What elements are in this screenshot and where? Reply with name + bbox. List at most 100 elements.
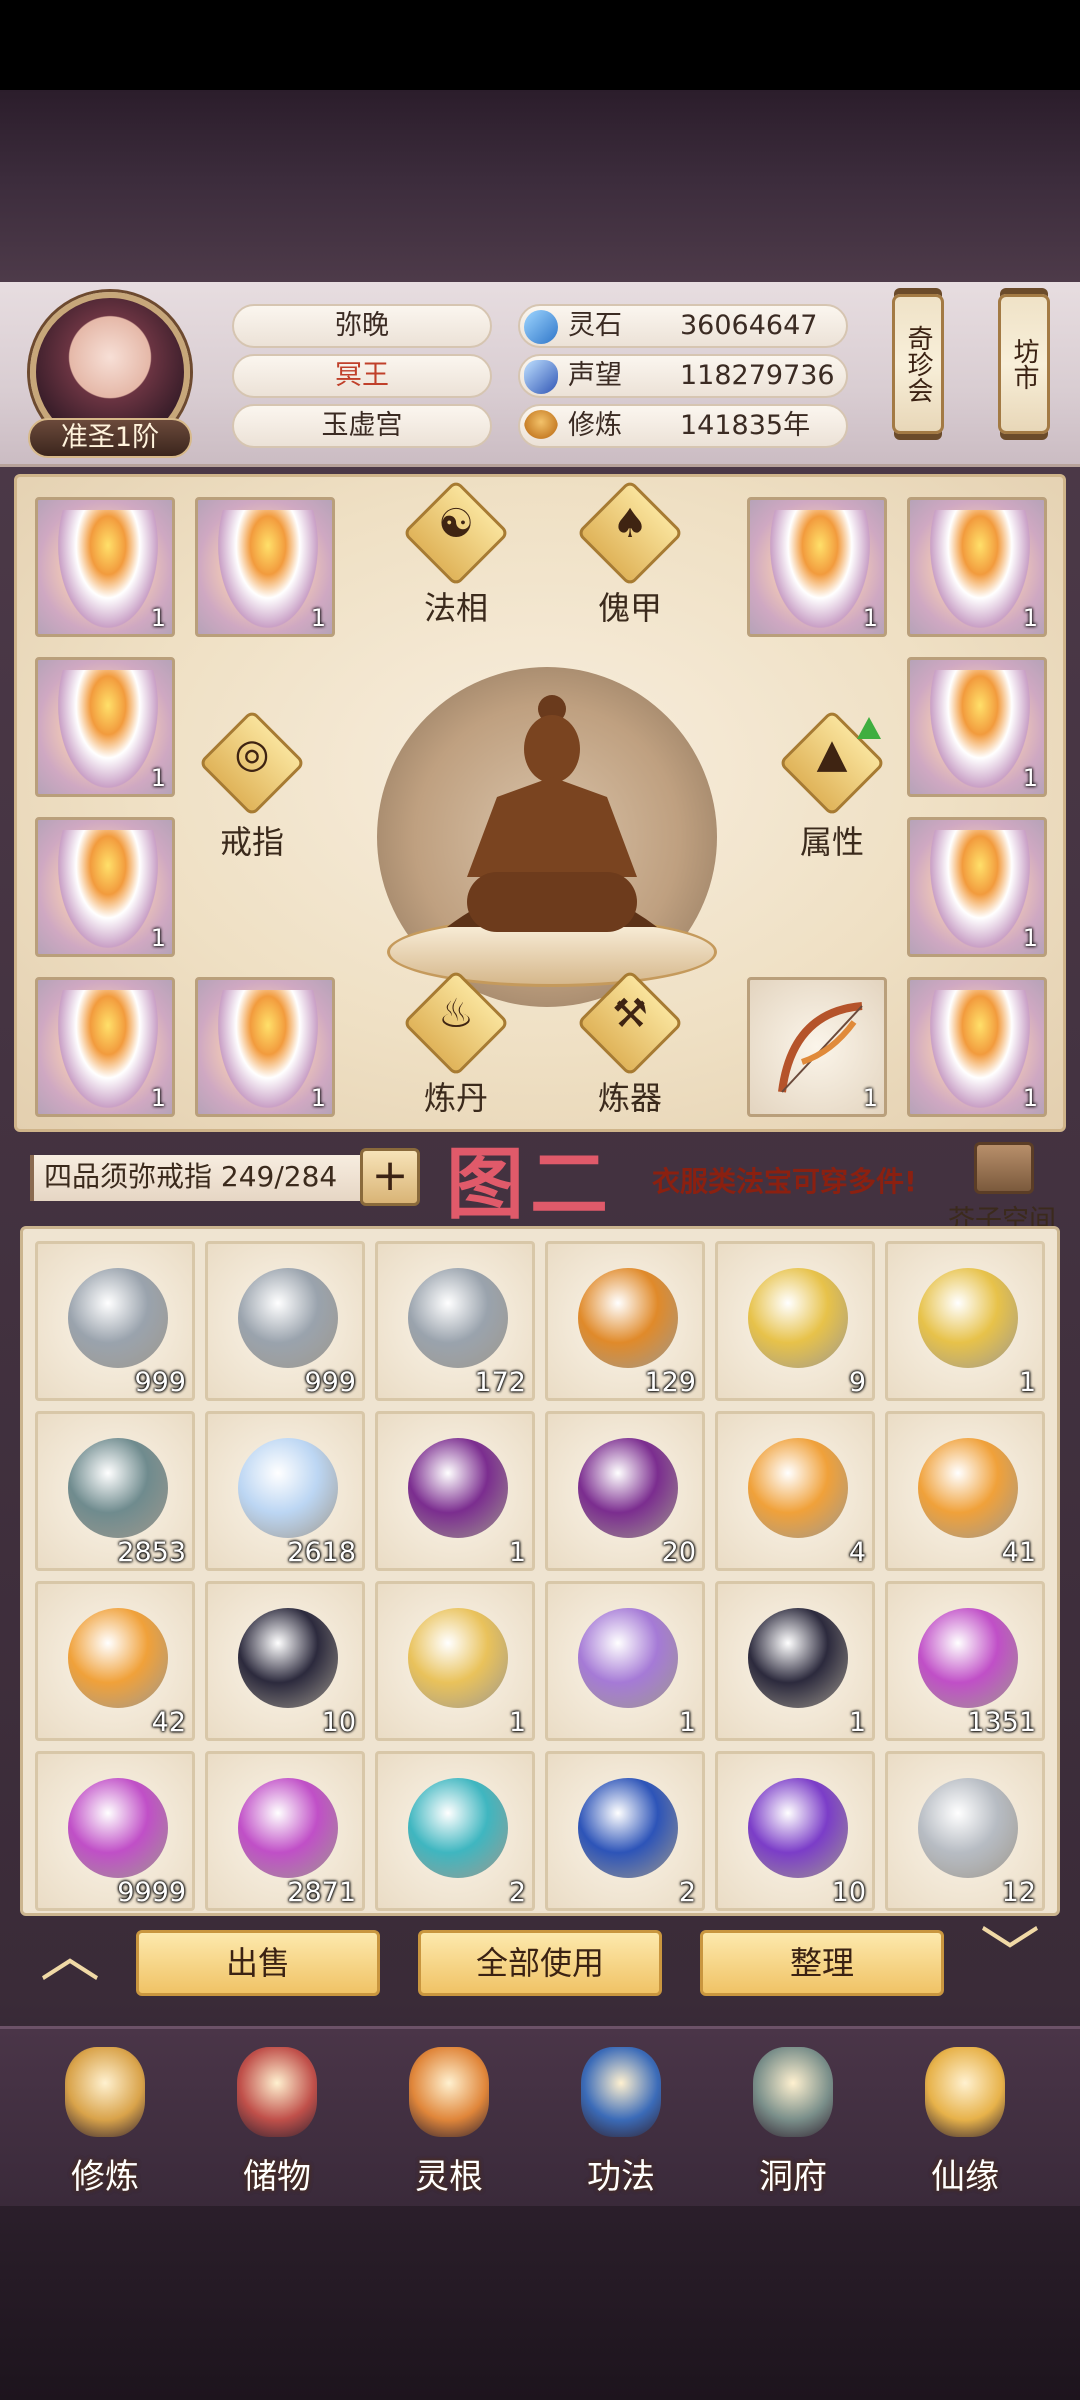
equip-slot[interactable]: 1 (35, 657, 175, 797)
meditation-icon: ☯ (438, 501, 474, 547)
watermark-label: 图二 (446, 1140, 615, 1230)
grey-orb-icon (68, 1438, 168, 1538)
player-title: 冥王 (232, 354, 492, 398)
sell-button[interactable]: 出售 (136, 1930, 380, 1996)
equip-slot[interactable]: 1 (195, 497, 335, 637)
inventory-item[interactable]: 9999 (35, 1751, 195, 1911)
scroll-up-icon[interactable]: ︿ (30, 1926, 110, 1986)
inventory-item[interactable]: 9 (715, 1241, 875, 1401)
inventory-item[interactable]: 129 (545, 1241, 705, 1401)
inventory-item[interactable]: 10 (205, 1581, 365, 1741)
inventory-item[interactable]: 2 (375, 1751, 535, 1911)
cave-dwelling-icon (753, 2047, 833, 2137)
scroll-down-icon[interactable]: ﹀ (970, 1926, 1050, 1986)
nav-item-storage-bag[interactable]: 储物 (202, 2029, 352, 2209)
player-name: 弥晚 (232, 304, 492, 348)
faxiang-button[interactable]: ☯ (401, 479, 511, 597)
technique-book-icon (581, 2047, 661, 2137)
inventory-item[interactable]: 1 (545, 1581, 705, 1741)
item-count: 1 (310, 604, 326, 632)
item-count: 1 (862, 604, 878, 632)
inventory-item[interactable]: 2871 (205, 1751, 365, 1911)
item-count: 1 (508, 1707, 526, 1738)
item-count: 4 (848, 1537, 866, 1568)
capacity-row: 四品须弥戒指 249/284 + 图二 衣服类法宝可穿多件! 芥子空间 (0, 1138, 1080, 1236)
use-all-button[interactable]: 全部使用 (418, 1930, 662, 1996)
treasure-fair-button[interactable]: 奇珍会 (892, 294, 944, 434)
kuijia-button[interactable]: ♠ (575, 479, 685, 597)
item-count: 1 (508, 1537, 526, 1568)
inventory-item[interactable]: 10 (715, 1751, 875, 1911)
equip-slot[interactable]: 1 (35, 497, 175, 637)
inventory-item[interactable]: 2618 (205, 1411, 365, 1571)
item-count: 42 (151, 1707, 186, 1738)
nav-label: 修炼 (71, 2157, 139, 2197)
equip-slot[interactable]: 1 (35, 817, 175, 957)
inventory-item[interactable]: 1 (375, 1581, 535, 1741)
nav-item-spirit-root[interactable]: 灵根 (374, 2029, 524, 2209)
item-count: 41 (1001, 1537, 1036, 1568)
nav-item-technique-book[interactable]: 功法 (546, 2029, 696, 2209)
market-button[interactable]: 坊市 (998, 294, 1050, 434)
item-count: 1 (678, 1707, 696, 1738)
nav-item-cave-dwelling[interactable]: 洞府 (718, 2029, 868, 2209)
item-count: 2853 (117, 1537, 186, 1568)
inventory-item[interactable]: 42 (35, 1581, 195, 1741)
inventory-item[interactable]: 999 (205, 1241, 365, 1401)
refining-button[interactable]: ⚒ (575, 969, 685, 1087)
inventory-item[interactable]: 1 (885, 1241, 1045, 1401)
inventory-item[interactable]: 20 (545, 1411, 705, 1571)
gold-ore-icon (578, 1268, 678, 1368)
inventory-item[interactable]: 2 (545, 1751, 705, 1911)
rank-badge: 准圣1阶 (28, 418, 192, 458)
inventory-item[interactable]: 12 (885, 1751, 1045, 1911)
equip-slot[interactable]: 1 (907, 977, 1047, 1117)
inventory-item[interactable]: 1 (375, 1411, 535, 1571)
spirit-stone-icon (524, 310, 558, 344)
nav-item-cultivate[interactable]: 修炼 (30, 2029, 180, 2209)
inventory-grid: 999 999 172 129 9 1 2853 2618 1 20 4 41 42 10 1 1 1 1351 9… (20, 1226, 1060, 1916)
inventory-item[interactable]: 1 (715, 1581, 875, 1741)
purple-flame-icon (408, 1438, 508, 1538)
inventory-item[interactable]: 4 (715, 1411, 875, 1571)
inventory-item[interactable]: 999 (35, 1241, 195, 1401)
gold-cloud-icon (408, 1608, 508, 1708)
ring-button[interactable]: ◎ (197, 709, 307, 827)
stat-label: 修炼 (568, 410, 622, 441)
equip-slot[interactable]: 1 (907, 817, 1047, 957)
inventory-item[interactable]: 172 (375, 1241, 535, 1401)
item-count: 1 (310, 1084, 326, 1112)
crystal-flower-icon (68, 1778, 168, 1878)
storage-bag-icon (237, 2047, 317, 2137)
nav-label: 功法 (587, 2157, 655, 2197)
upgrade-arrow-icon (857, 717, 881, 739)
item-count: 1351 (967, 1707, 1036, 1738)
alchemy-button[interactable]: ♨ (401, 969, 511, 1087)
equip-slot[interactable]: 1 (907, 657, 1047, 797)
ore-icon (238, 1268, 338, 1368)
expand-capacity-button[interactable]: + (360, 1148, 420, 1206)
equip-slot[interactable]: 1 (35, 977, 175, 1117)
inventory-item[interactable]: 1351 (885, 1581, 1045, 1741)
equip-slot[interactable]: 1 (195, 977, 335, 1117)
equip-slot[interactable]: 1 (907, 497, 1047, 637)
chest-icon (974, 1142, 1034, 1194)
hint-text: 衣服类法宝可穿多件! (652, 1165, 917, 1198)
item-count: 1 (1022, 604, 1038, 632)
orange-flame-icon (68, 1608, 168, 1708)
silver-shard-icon (918, 1778, 1018, 1878)
purple-cloud-icon (578, 1608, 678, 1708)
dark-flame-icon (748, 1608, 848, 1708)
item-count: 1 (1022, 764, 1038, 792)
bow-slot[interactable]: 1 (747, 977, 887, 1117)
faxiang-label: 法相 (423, 589, 488, 627)
nav-item-gourd[interactable]: 仙缘 (890, 2029, 1040, 2209)
inventory-item[interactable]: 2853 (35, 1411, 195, 1571)
dark-flame-icon (238, 1608, 338, 1708)
bottom-nav: 修炼 储物 灵根 功法 洞府 仙缘 (0, 2026, 1080, 2206)
sort-button[interactable]: 整理 (700, 1930, 944, 1996)
equip-slot[interactable]: 1 (747, 497, 887, 637)
ring-label: 戒指 (219, 823, 284, 861)
item-count: 1 (150, 764, 166, 792)
inventory-item[interactable]: 41 (885, 1411, 1045, 1571)
